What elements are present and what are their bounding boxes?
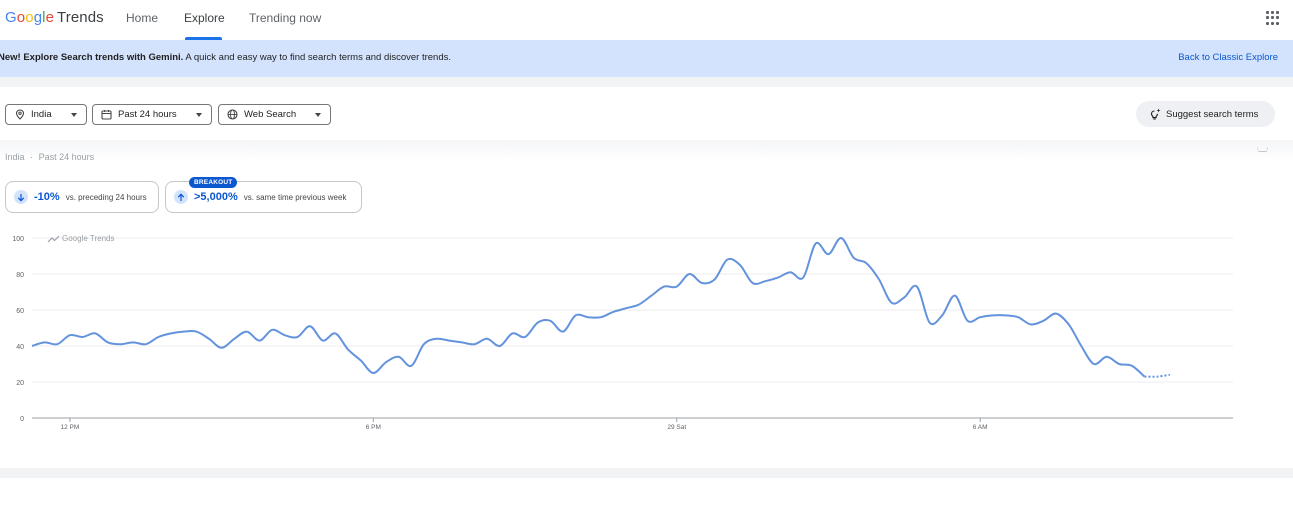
time-range-filter-label: Past 24 hours <box>118 109 177 120</box>
logo-google-text: Google <box>5 9 55 26</box>
y-tick-label: 100 <box>12 236 24 243</box>
globe-icon <box>227 109 238 120</box>
nav-trending-now[interactable]: Trending now <box>249 11 321 25</box>
search-property-filter-label: Web Search <box>244 109 297 120</box>
x-tick-label: 29 Sat <box>667 424 686 431</box>
chevron-down-icon <box>196 113 202 117</box>
trend-line-icon <box>47 235 60 243</box>
y-tick-label: 0 <box>20 416 24 423</box>
stat-description: vs. preceding 24 hours <box>65 192 147 202</box>
context-separator: · <box>30 152 34 162</box>
chevron-down-icon <box>315 113 321 117</box>
gemini-banner: New! Explore Search trends with Gemini. … <box>0 40 1293 77</box>
search-property-filter[interactable]: Web Search <box>218 104 331 125</box>
interest-over-time-chart[interactable]: 0 20 40 60 80 100 12 PM 6 PM 29 Sat 6 AM Google Tr… <box>0 228 1293 438</box>
stat-value: >5,000% <box>194 191 238 203</box>
chevron-down-icon <box>71 113 77 117</box>
stat-change-preceding[interactable]: -10% vs. preceding 24 hours <box>5 181 159 213</box>
location-filter-label: India <box>31 109 52 120</box>
suggest-search-terms-button[interactable]: Suggest search terms <box>1136 101 1275 127</box>
arrow-down-icon <box>14 190 28 204</box>
card-top-edge <box>0 140 1293 160</box>
location-pin-icon <box>14 109 25 120</box>
banner-message: New! Explore Search trends with Gemini. … <box>0 52 451 63</box>
calendar-icon <box>101 109 112 120</box>
x-tick-label: 6 AM <box>973 424 988 431</box>
logo-trends-text: Trends <box>57 9 104 26</box>
suggest-search-terms-label: Suggest search terms <box>1166 108 1259 120</box>
chart-watermark: Google Trends <box>62 234 114 243</box>
card-bottom-edge <box>0 468 1293 478</box>
banner-body-text: A quick and easy way to find search term… <box>183 52 452 63</box>
y-tick-label: 80 <box>16 272 24 279</box>
context-time: Past 24 hours <box>38 152 95 162</box>
back-to-classic-explore-link[interactable]: Back to Classic Explore <box>1178 52 1278 63</box>
y-tick-label: 20 <box>16 380 24 387</box>
time-range-filter[interactable]: Past 24 hours <box>92 104 212 125</box>
context-location: India <box>5 152 25 162</box>
y-tick-label: 60 <box>16 308 24 315</box>
chart-context: India · Past 24 hours <box>5 152 94 162</box>
stat-value: -10% <box>34 191 60 203</box>
nav-home[interactable]: Home <box>126 11 158 25</box>
google-trends-logo[interactable]: Google Trends <box>5 9 104 26</box>
sparkle-lightbulb-icon <box>1150 108 1161 120</box>
banner-bold-text: New! Explore Search trends with Gemini. <box>0 52 184 63</box>
y-tick-label: 40 <box>16 344 24 351</box>
series-partial-line <box>1144 373 1170 378</box>
apps-grid-icon[interactable] <box>1266 11 1280 25</box>
series-line <box>31 237 1146 378</box>
x-tick-label: 12 PM <box>61 424 80 431</box>
breakout-badge: BREAKOUT <box>189 177 238 188</box>
nav-explore[interactable]: Explore <box>184 11 225 25</box>
card-corner-control[interactable] <box>1257 147 1268 152</box>
top-bar: Google Trends Home Explore Trending now <box>0 0 1293 40</box>
x-tick-label: 6 PM <box>366 424 381 431</box>
stat-description: vs. same time previous week <box>243 192 347 202</box>
arrow-up-icon <box>174 190 188 204</box>
section-divider <box>0 77 1293 87</box>
location-filter[interactable]: India <box>5 104 87 125</box>
